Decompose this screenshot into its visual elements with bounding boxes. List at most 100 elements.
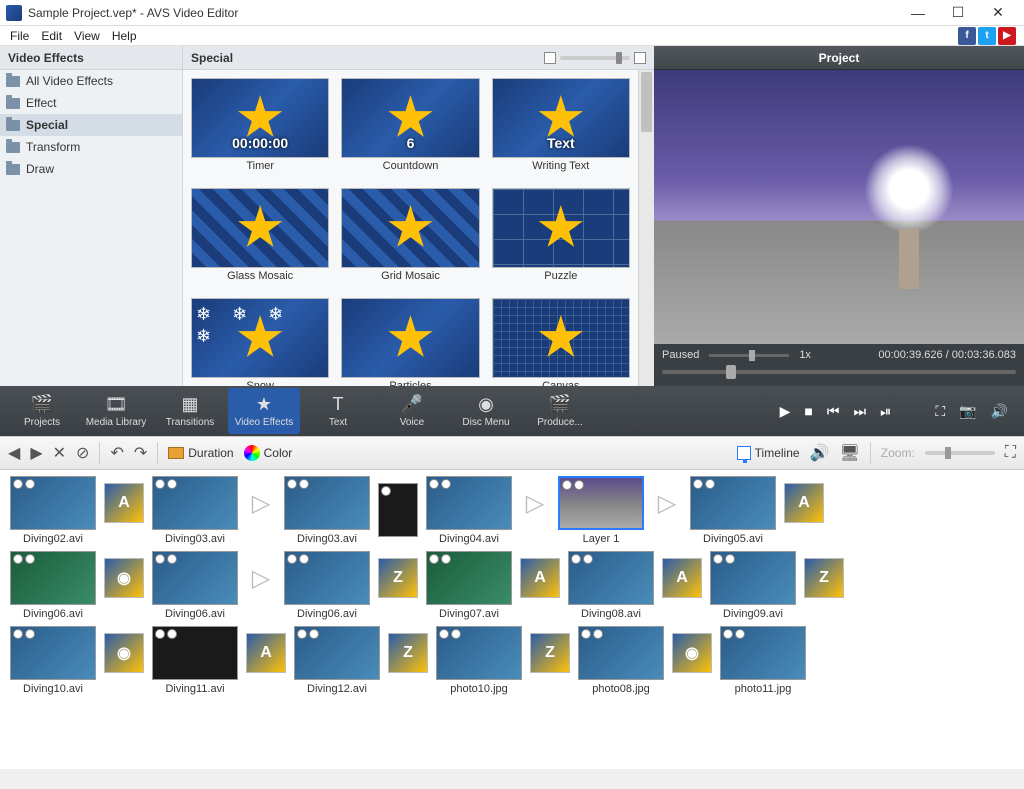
menu-view[interactable]: View [68, 29, 106, 43]
undo-button[interactable]: ↶ [110, 443, 123, 463]
speed-slider[interactable] [709, 354, 789, 357]
transition-placeholder[interactable]: ▷ [246, 558, 276, 598]
effect-snow[interactable]: Snow [191, 298, 329, 386]
clip-item[interactable]: Diving08.avi [568, 551, 654, 620]
view-small-icon[interactable] [544, 52, 556, 64]
sidebar-item-special[interactable]: Special [0, 114, 182, 136]
transition-thumb[interactable]: ◉ [104, 558, 144, 598]
timeline-toggle[interactable]: Timeline [737, 446, 800, 460]
transition-thumb[interactable]: Z [530, 633, 570, 673]
fullscreen-button[interactable]: ⛶ [935, 403, 945, 420]
nav-back-button[interactable]: ◀ [8, 443, 20, 463]
twitter-icon[interactable]: t [978, 27, 996, 45]
transition-thumb[interactable]: A [662, 558, 702, 598]
transition-thumb[interactable]: Z [804, 558, 844, 598]
sidebar-item-transform[interactable]: Transform [0, 136, 182, 158]
menu-file[interactable]: File [4, 29, 35, 43]
facebook-icon[interactable]: f [958, 27, 976, 45]
transition-placeholder[interactable]: ▷ [246, 483, 276, 523]
effect-puzzle[interactable]: Puzzle [492, 188, 630, 288]
seek-slider[interactable] [662, 370, 1016, 374]
clip-item[interactable]: Diving10.avi [10, 626, 96, 695]
effects-scrollbar[interactable] [638, 70, 654, 386]
menu-edit[interactable]: Edit [35, 29, 68, 43]
effect-canvas[interactable]: Canvas [492, 298, 630, 386]
color-button[interactable]: Color [244, 445, 293, 461]
clip-item[interactable]: photo11.jpg [720, 626, 806, 695]
transition-thumb[interactable]: A [520, 558, 560, 598]
sidebar-item-all-video-effects[interactable]: All Video Effects [0, 70, 182, 92]
transition-thumb[interactable]: Z [388, 633, 428, 673]
zoom-slider[interactable] [925, 451, 995, 455]
effect-glass-mosaic[interactable]: Glass Mosaic [191, 188, 329, 288]
clip-item[interactable]: Diving06.avi [10, 551, 96, 620]
redo-button[interactable]: ↷ [134, 443, 147, 463]
clip-item[interactable]: Diving05.avi [690, 476, 776, 545]
effect-timer[interactable]: 00:00:00Timer [191, 78, 329, 178]
transition-thumb[interactable]: A [784, 483, 824, 523]
toolbar-video-effects[interactable]: ★Video Effects [228, 388, 300, 434]
effect-particles[interactable]: Particles [341, 298, 479, 386]
toolbar-transitions[interactable]: ▦Transitions [154, 388, 226, 434]
fit-button[interactable]: ⛶ [1005, 444, 1016, 462]
next-frame-button[interactable]: ⏭ [854, 403, 867, 420]
prev-frame-button[interactable]: ⏮ [827, 403, 840, 420]
view-large-icon[interactable] [634, 52, 646, 64]
transition-thumb[interactable]: ◉ [672, 633, 712, 673]
transition-placeholder[interactable]: ▷ [520, 483, 550, 523]
delete-button[interactable]: ✕ [53, 443, 66, 463]
sidebar-item-draw[interactable]: Draw [0, 158, 182, 180]
effect-grid-mosaic[interactable]: Grid Mosaic [341, 188, 479, 288]
sidebar-item-effect[interactable]: Effect [0, 92, 182, 114]
clear-button[interactable]: ⊘ [76, 443, 89, 463]
clip-item[interactable]: Diving07.avi [426, 551, 512, 620]
youtube-icon[interactable]: ▶ [998, 27, 1016, 45]
volume-button[interactable]: 🔊 [991, 403, 1008, 420]
toolbar-media-library[interactable]: 🎞Media Library [80, 388, 152, 434]
nav-forward-button[interactable]: ▶ [30, 443, 42, 463]
toolbar-produce[interactable]: 🎬Produce... [524, 388, 596, 434]
frame-step-button[interactable]: ⏯ [880, 403, 891, 420]
close-button[interactable]: ✕ [978, 1, 1018, 25]
thumb-size-slider[interactable] [560, 56, 630, 60]
clip-item[interactable]: Layer 1 [558, 476, 644, 545]
clip-thumb [294, 626, 380, 680]
transition-thumb[interactable]: Z [378, 558, 418, 598]
play-button[interactable]: ▶ [780, 403, 791, 420]
minimize-button[interactable]: — [898, 1, 938, 25]
clip-item[interactable]: Diving02.avi [10, 476, 96, 545]
storyboard[interactable]: Diving02.aviADiving03.avi▷Diving03.aviDi… [0, 470, 1024, 769]
toolbar-voice[interactable]: 🎤Voice [376, 388, 448, 434]
menu-help[interactable]: Help [106, 29, 143, 43]
effect-countdown[interactable]: 6Countdown [341, 78, 479, 178]
transition-thumb[interactable]: ◉ [104, 633, 144, 673]
toolbar-disc-menu[interactable]: ◉Disc Menu [450, 388, 522, 434]
duration-button[interactable]: Duration [168, 446, 233, 460]
clip-item[interactable]: Diving09.avi [710, 551, 796, 620]
clip-item[interactable]: Diving11.avi [152, 626, 238, 695]
maximize-button[interactable]: ☐ [938, 1, 978, 25]
audio-button[interactable]: 🔊 [810, 443, 830, 463]
transition-placeholder[interactable]: ▷ [652, 483, 682, 523]
clip-item[interactable]: photo10.jpg [436, 626, 522, 695]
snapshot-button[interactable]: 📷 [959, 403, 976, 420]
stop-button[interactable]: ■ [804, 403, 812, 419]
effect-writing-text[interactable]: TextWriting Text [492, 78, 630, 178]
clip-item[interactable]: Diving06.avi [152, 551, 238, 620]
transition-thumb[interactable]: A [246, 633, 286, 673]
clip-item[interactable]: Diving04.avi [426, 476, 512, 545]
clip-label: Diving02.avi [23, 533, 83, 545]
monitor-button[interactable]: 🖥 [839, 443, 859, 463]
transition-thumb[interactable]: A [104, 483, 144, 523]
clip-item[interactable]: photo08.jpg [578, 626, 664, 695]
clip-item[interactable]: Diving12.avi [294, 626, 380, 695]
clip-item[interactable] [378, 476, 418, 537]
toolbar-icon: ◉ [475, 395, 497, 415]
clip-item[interactable]: Diving03.avi [284, 476, 370, 545]
toolbar-projects[interactable]: 🎬Projects [6, 388, 78, 434]
toolbar-text[interactable]: TText [302, 388, 374, 434]
preview-viewport[interactable] [654, 70, 1024, 344]
clip-item[interactable]: Diving06.avi [284, 551, 370, 620]
preview-panel: Project Paused 1x 00:00:39.626 / 00:03:3… [654, 46, 1024, 386]
clip-item[interactable]: Diving03.avi [152, 476, 238, 545]
